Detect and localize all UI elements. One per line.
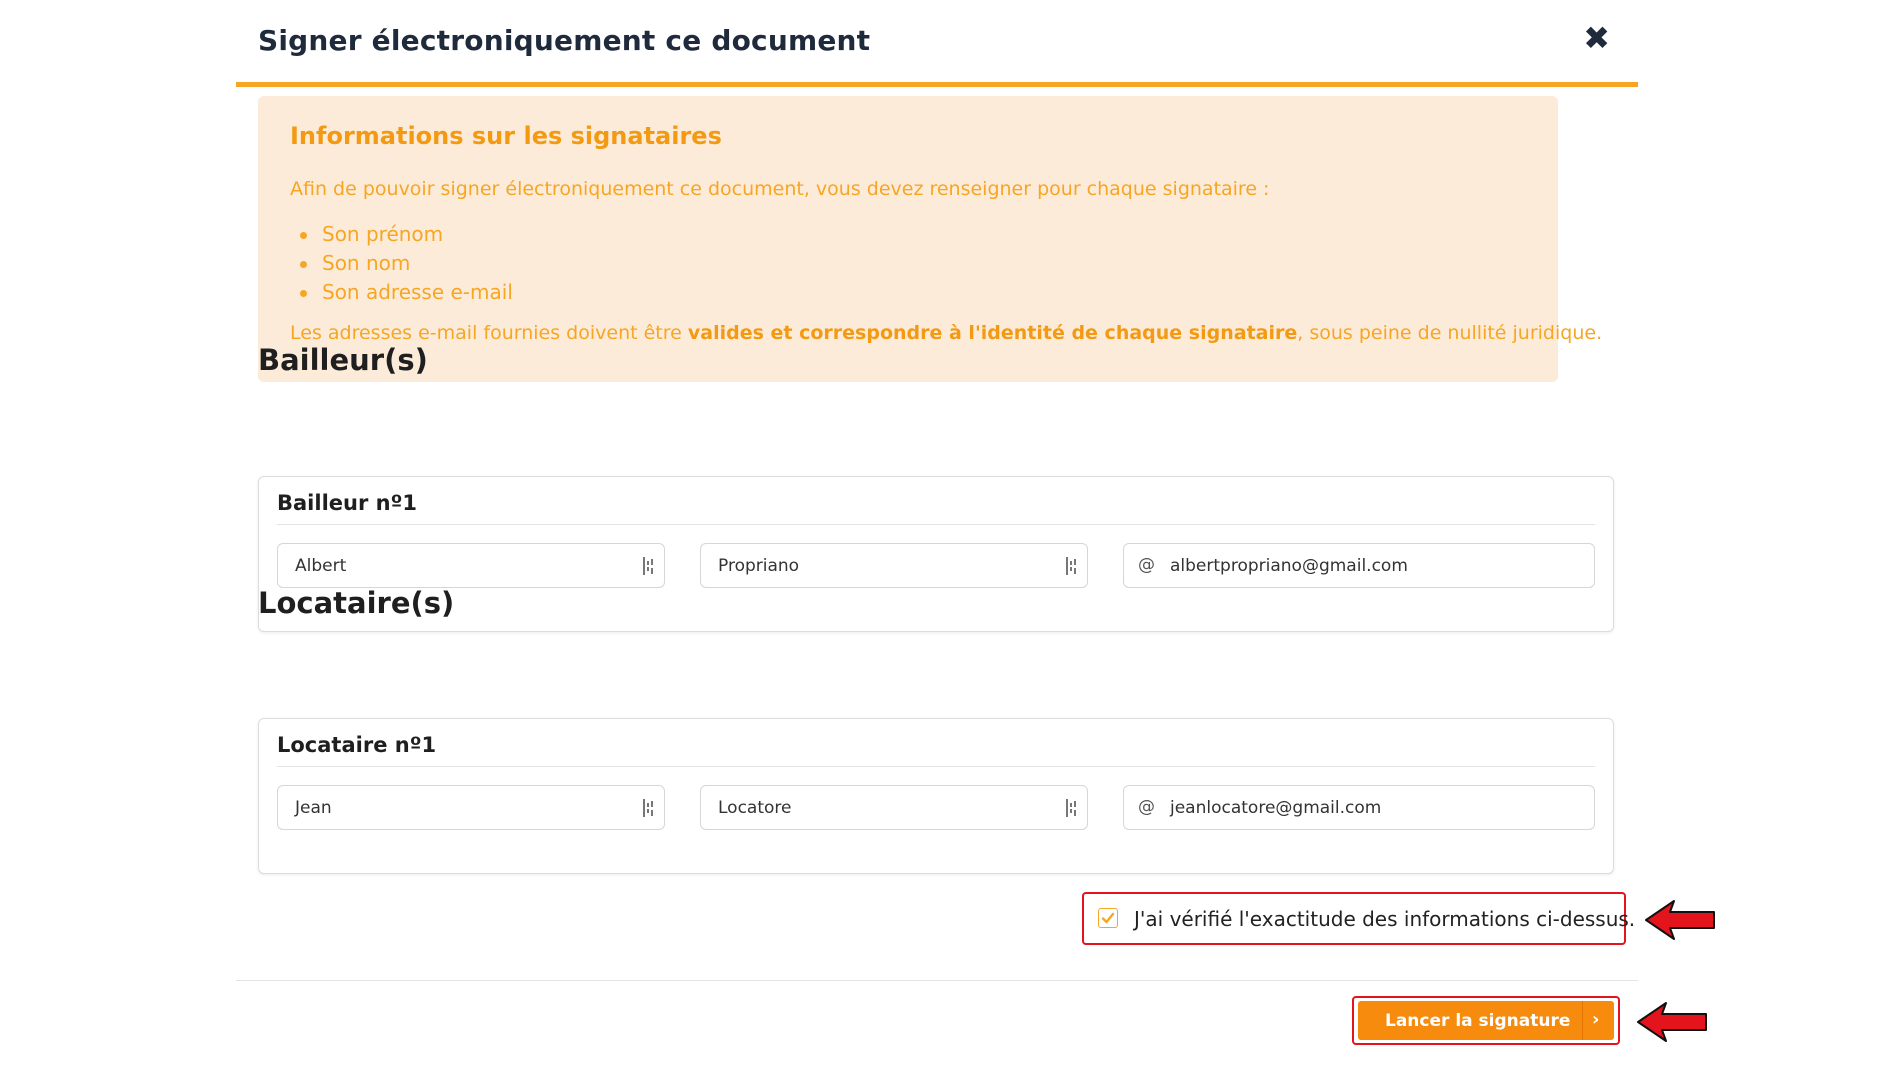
last-name-input[interactable]: Locatore xyxy=(700,785,1088,830)
divider xyxy=(277,766,1595,767)
bullet-icon xyxy=(300,261,307,268)
list-item: Son prénom xyxy=(290,220,513,249)
confirm-checkbox[interactable] xyxy=(1098,908,1118,928)
at-icon: @ xyxy=(1138,555,1155,575)
info-title: Informations sur les signataires xyxy=(290,122,722,150)
email-input[interactable]: @ albertpropriano@gmail.com xyxy=(1123,543,1595,588)
launch-signature-button[interactable]: Lancer la signature › xyxy=(1358,1001,1614,1040)
legal-prefix: Les adresses e-mail fournies doivent êtr… xyxy=(290,322,688,344)
modal-header: Signer électroniquement ce document ✖ xyxy=(236,0,1638,87)
divider xyxy=(277,524,1595,525)
signature-modal: Signer électroniquement ce document ✖ In… xyxy=(236,0,1638,1080)
last-name-value: Locatore xyxy=(718,798,792,818)
last-name-value: Propriano xyxy=(718,556,800,576)
button-divider xyxy=(1582,1001,1583,1040)
confirm-checkbox-row[interactable]: J'ai vérifié l'exactitude des informatio… xyxy=(1082,892,1635,945)
submit-highlight: Lancer la signature › xyxy=(1352,996,1620,1045)
list-item-label: Son nom xyxy=(322,251,411,275)
first-name-input[interactable]: Jean xyxy=(277,785,665,830)
info-legal-notice: Les adresses e-mail fournies doivent êtr… xyxy=(290,322,1602,344)
locataire-card: Locataire nº1 Jean Locatore @ jeanlocato… xyxy=(258,718,1614,874)
red-arrow-icon xyxy=(1637,1002,1707,1042)
section-title-bailleurs: Bailleur(s) xyxy=(258,343,428,377)
bailleur-card: Bailleur nº1 Albert Propriano @ albertpr… xyxy=(258,476,1614,632)
input-keyboard-icon xyxy=(643,557,653,575)
check-icon xyxy=(1101,912,1115,924)
info-box: Informations sur les signataires Afin de… xyxy=(258,96,1602,382)
legal-emphasis: valides et correspondre à l'identité de … xyxy=(687,322,1298,344)
info-list: Son prénom Son nom Son adresse e-mail xyxy=(290,220,513,307)
card-title: Bailleur nº1 xyxy=(277,491,418,515)
section-title-locataires: Locataire(s) xyxy=(258,586,455,620)
card-title: Locataire nº1 xyxy=(277,733,437,757)
modal-title: Signer électroniquement ce document xyxy=(258,24,871,57)
email-value: albertpropriano@gmail.com xyxy=(1170,556,1408,576)
list-item: Son nom xyxy=(290,249,513,278)
list-item-label: Son adresse e-mail xyxy=(322,280,513,304)
input-keyboard-icon xyxy=(1066,799,1076,817)
info-intro: Afin de pouvoir signer électroniquement … xyxy=(290,178,1270,200)
at-icon: @ xyxy=(1138,797,1155,817)
footer-divider xyxy=(236,980,1638,981)
bullet-icon xyxy=(300,232,307,239)
confirm-label[interactable]: J'ai vérifié l'exactitude des informatio… xyxy=(1134,907,1635,931)
first-name-value: Albert xyxy=(295,556,347,576)
red-arrow-icon xyxy=(1645,900,1715,940)
input-keyboard-icon xyxy=(643,799,653,817)
first-name-input[interactable]: Albert xyxy=(277,543,665,588)
email-value: jeanlocatore@gmail.com xyxy=(1170,798,1382,818)
legal-suffix: , sous peine de nullité juridique. xyxy=(1297,322,1603,344)
bullet-icon xyxy=(300,290,307,297)
chevron-right-icon: › xyxy=(1592,1009,1600,1030)
email-input[interactable]: @ jeanlocatore@gmail.com xyxy=(1123,785,1595,830)
last-name-input[interactable]: Propriano xyxy=(700,543,1088,588)
input-keyboard-icon xyxy=(1066,557,1076,575)
first-name-value: Jean xyxy=(295,798,332,818)
list-item-label: Son prénom xyxy=(322,222,444,246)
close-icon[interactable]: ✖ xyxy=(1583,22,1610,54)
button-label: Lancer la signature xyxy=(1385,1011,1571,1031)
list-item: Son adresse e-mail xyxy=(290,278,513,307)
